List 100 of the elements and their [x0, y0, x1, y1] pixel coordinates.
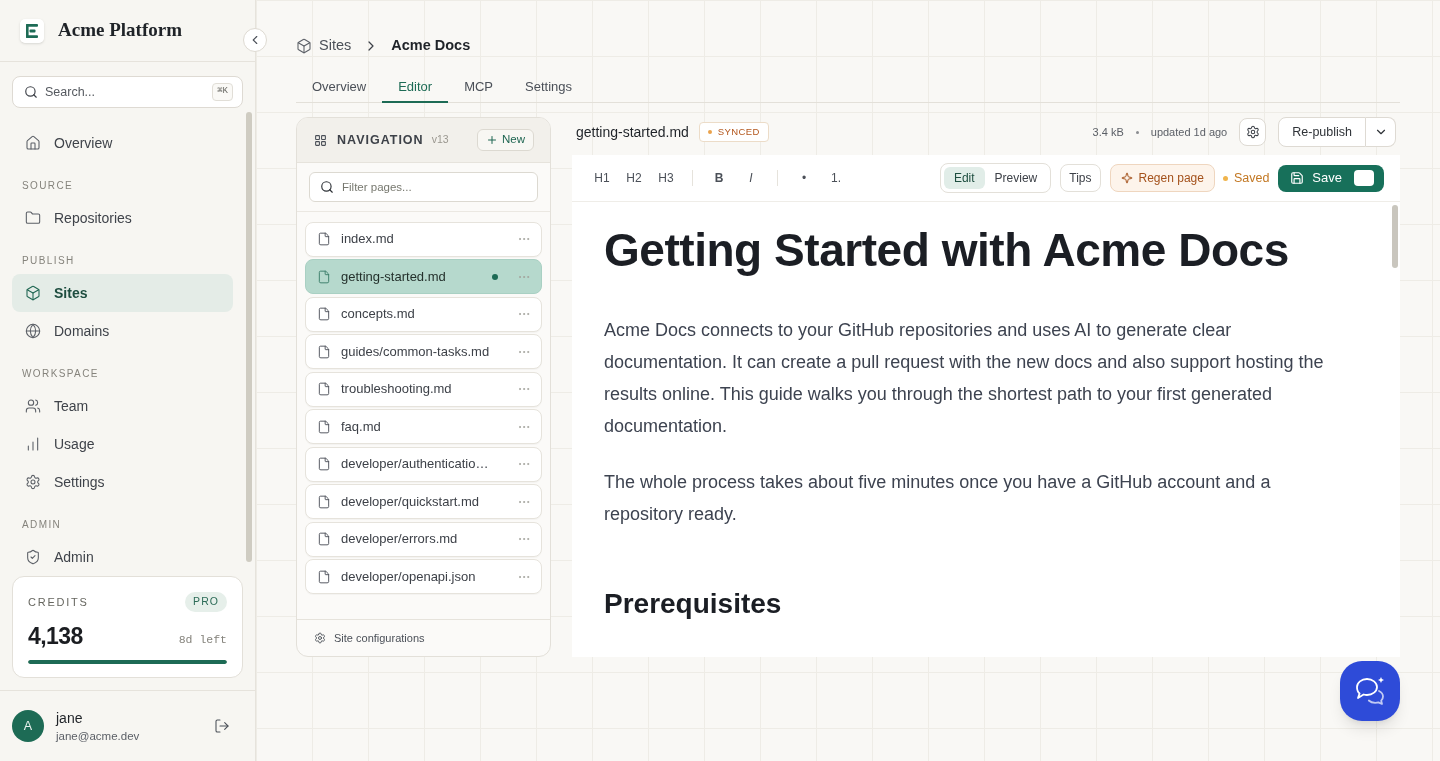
file-icon [317, 344, 331, 359]
nav-item[interactable]: Team [12, 387, 233, 425]
tab[interactable]: Overview [296, 72, 383, 103]
user-name: jane [56, 709, 83, 728]
site-configurations-link[interactable]: Site configurations [297, 629, 425, 647]
file-icon [317, 269, 331, 284]
file-icon [317, 457, 331, 471]
credits-amount: 4,138 [28, 622, 83, 650]
section-label: SOURCE [22, 179, 75, 193]
updated-text: updated 1d ago [1150, 124, 1228, 140]
file-icon [317, 494, 331, 509]
page-item[interactable]: developer/quickstart.md [305, 484, 542, 519]
page-item[interactable]: developer/errors.md [305, 521, 542, 557]
bar-chart-icon [25, 436, 41, 452]
folder-icon [25, 210, 41, 226]
mode-tab[interactable]: Edit [943, 167, 985, 189]
file-icon [317, 532, 331, 546]
regen-page-button[interactable]: Regen page [1109, 164, 1215, 192]
cube-icon [296, 38, 312, 54]
save-icon [1290, 171, 1305, 185]
logout-icon [214, 718, 230, 734]
search-icon [320, 180, 334, 194]
nav-item[interactable]: Sites [12, 274, 233, 312]
grid-icon [314, 133, 327, 147]
scrollbar[interactable] [246, 112, 252, 562]
file-icon [317, 232, 331, 246]
nav-item[interactable]: Repositories [12, 199, 233, 237]
cube-icon [25, 285, 41, 301]
tab[interactable]: Settings [509, 72, 589, 103]
gear-icon [1245, 125, 1260, 139]
file-icon [317, 382, 331, 396]
page-item[interactable]: troubleshooting.md [305, 371, 542, 407]
scrollbar[interactable] [1392, 205, 1398, 268]
tab[interactable]: MCP [448, 72, 510, 103]
format-button[interactable]: B [703, 162, 735, 194]
sparkle-icon [1120, 172, 1133, 184]
user-avatar: A [12, 710, 44, 742]
nav-item[interactable]: Admin [12, 538, 233, 576]
shortcut-key: ⌘K [212, 83, 233, 101]
version-label: v13 [431, 132, 449, 148]
home-icon [25, 135, 41, 151]
format-button[interactable]: 1. [820, 162, 852, 194]
breadcrumb-current: Acme Docs [391, 36, 471, 56]
republish-button[interactable]: Re-publish [1278, 117, 1366, 147]
file-icon [317, 307, 331, 321]
page-item[interactable]: getting-started.md [305, 259, 542, 294]
globe-icon [25, 323, 41, 339]
paragraph: Acme Docs connects to your GitHub repositories and uses AI to generate clear documentation. It can create a pull request with the new docs and also support hosting the results online. This guide walks you through the shortest path to your first generated documentation. [604, 319, 1325, 438]
mode-tab[interactable]: Preview [984, 167, 1048, 189]
tips-button[interactable]: Tips [1060, 164, 1101, 192]
file-icon [317, 419, 331, 434]
key-tile-icon [1354, 170, 1374, 186]
format-button[interactable]: H3 [650, 162, 682, 194]
tab[interactable]: Editor [382, 72, 449, 103]
page-item[interactable]: faq.md [305, 409, 542, 444]
user-email: jane@acme.dev [56, 729, 140, 744]
sync-status-label: SYNCED [717, 124, 760, 139]
page-heading: Getting Started with Acme Docs [604, 223, 1290, 278]
users-icon [25, 398, 41, 414]
republish-menu-button[interactable] [1366, 117, 1396, 147]
gear-icon [314, 632, 326, 644]
panel-title: NAVIGATION [337, 131, 424, 149]
page-settings-button[interactable] [1239, 118, 1267, 146]
format-button[interactable]: • [788, 162, 820, 194]
gear-icon [25, 474, 41, 490]
save-button[interactable]: Save [1278, 164, 1384, 192]
nav-item[interactable]: Settings [12, 463, 233, 501]
page-item[interactable]: developer/authenticatio… [305, 446, 542, 482]
page-item[interactable]: index.md [305, 221, 542, 257]
days-left-text: 8d left [178, 631, 227, 648]
section-label: ADMIN [22, 518, 63, 532]
chat-bubbles-icon [1354, 676, 1386, 706]
nav-item[interactable]: Usage [12, 425, 233, 463]
plan-tier-label: PRO [185, 592, 227, 612]
format-button[interactable]: H1 [586, 162, 618, 194]
logo-icon [20, 18, 44, 43]
brand-name: Acme Platform [58, 18, 182, 43]
section-heading: Prerequisites [604, 587, 783, 621]
search-icon [24, 85, 38, 99]
format-button[interactable]: I [735, 162, 767, 194]
plus-icon [486, 134, 498, 146]
page-item[interactable]: developer/openapi.json [305, 559, 542, 594]
format-button[interactable]: H2 [618, 162, 650, 194]
nav-item[interactable]: Domains [12, 312, 233, 350]
nav-item[interactable]: Overview [12, 124, 233, 162]
shield-check-icon [25, 549, 41, 565]
save-status-text: Saved [1233, 169, 1270, 187]
file-size-text: 3.4 kB [1092, 124, 1124, 140]
page-item[interactable]: guides/common-tasks.md [305, 334, 542, 369]
file-icon [317, 569, 331, 584]
section-label: WORKSPACE [22, 367, 100, 381]
file-name-title: getting-started.md [576, 122, 689, 142]
chat-button[interactable] [1340, 661, 1400, 721]
breadcrumb-link[interactable]: Sites [319, 35, 352, 57]
collapse-sidebar-button[interactable] [243, 28, 267, 52]
new-page-button[interactable]: New [477, 129, 534, 151]
filter-field[interactable]: Filter pages... [309, 172, 538, 202]
credits-label: CREDITS [28, 594, 89, 610]
page-item[interactable]: concepts.md [305, 296, 542, 332]
paragraph: The whole process takes about five minutes once you have a GitHub account and a repository ready. [604, 471, 1272, 526]
